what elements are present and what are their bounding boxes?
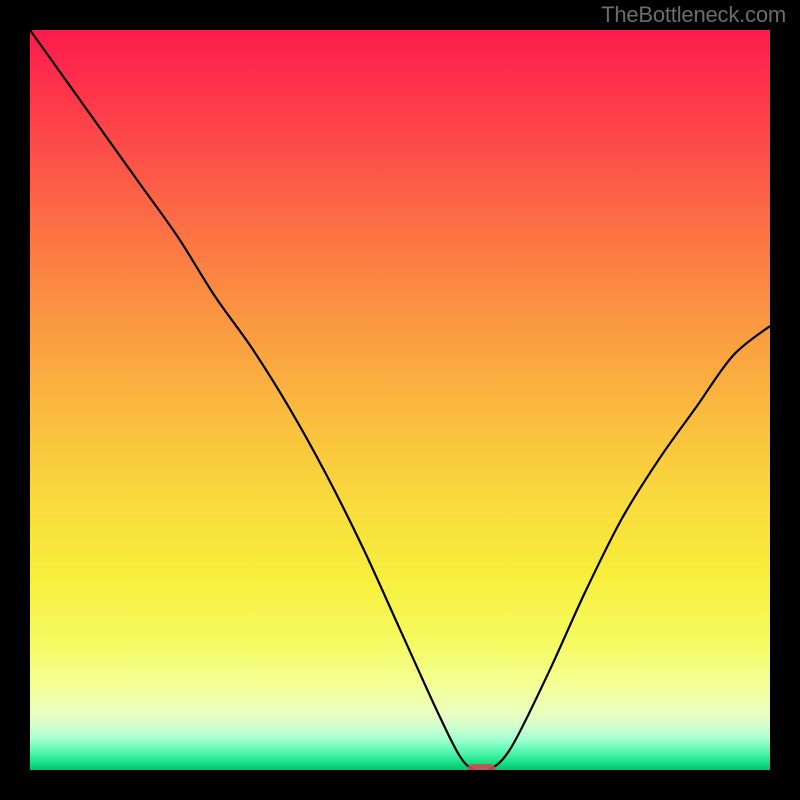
watermark-text: TheBottleneck.com bbox=[601, 2, 786, 28]
optimum-marker bbox=[467, 764, 497, 770]
plot-area bbox=[30, 30, 770, 770]
bottleneck-curve bbox=[30, 30, 770, 770]
chart-frame: TheBottleneck.com bbox=[0, 0, 800, 800]
